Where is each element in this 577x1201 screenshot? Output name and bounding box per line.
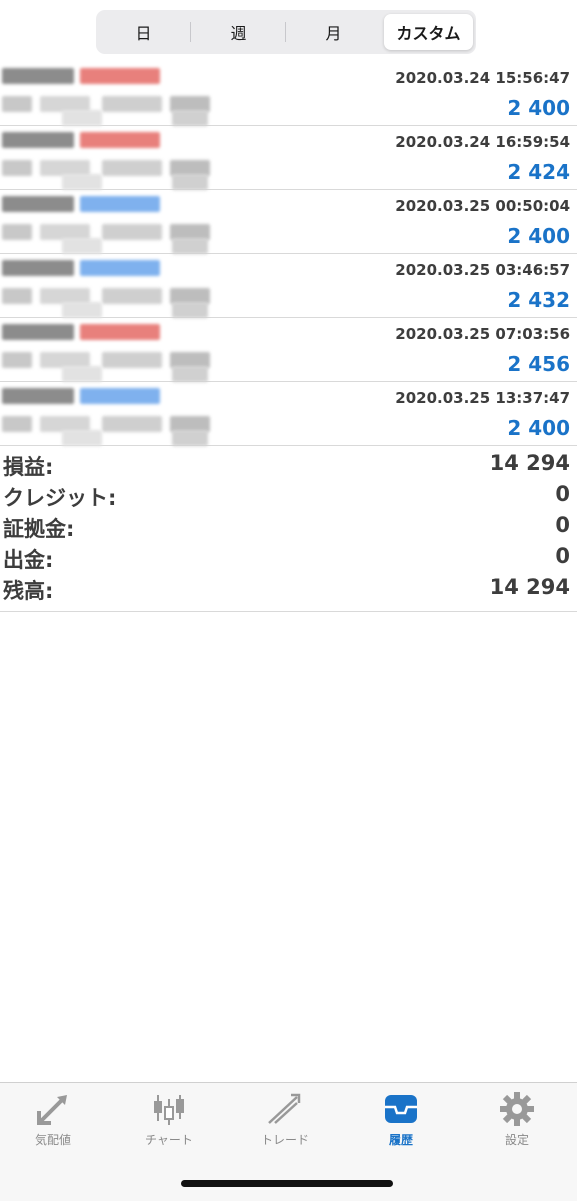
deal-profit: 2 400 <box>507 224 570 248</box>
deal-row[interactable]: 2020.03.25 13:37:47 2 400 <box>0 382 577 446</box>
redaction-block <box>62 302 102 318</box>
deal-time: 2020.03.24 16:59:54 <box>395 133 570 151</box>
deal-row[interactable]: 2020.03.24 16:59:54 2 424 <box>0 126 577 190</box>
redacted-deal-info <box>2 322 230 382</box>
redacted-deal-info <box>2 66 230 126</box>
deal-time: 2020.03.25 07:03:56 <box>395 325 570 343</box>
tab-label: 気配値 <box>34 1133 71 1147</box>
redaction-block <box>80 388 160 404</box>
redaction-block <box>62 174 102 190</box>
summary-value: 14 294 <box>489 451 570 475</box>
redaction-block <box>2 288 32 304</box>
tab-chart[interactable]: チャート <box>119 1091 219 1151</box>
summary-value: 0 <box>555 544 570 568</box>
deal-list: 2020.03.24 15:56:47 2 400 2020.03.24 16:… <box>0 62 577 446</box>
summary-row-balance: 残高: 14 294 <box>0 572 577 603</box>
redaction-block <box>2 388 74 404</box>
deal-time: 2020.03.25 13:37:47 <box>395 389 570 407</box>
home-indicator <box>181 1180 393 1187</box>
tab-label: チャート <box>145 1133 193 1147</box>
redaction-block <box>80 196 160 212</box>
redaction-block <box>102 288 162 304</box>
deal-time: 2020.03.25 00:50:04 <box>395 197 570 215</box>
deal-row[interactable]: 2020.03.25 03:46:57 2 432 <box>0 254 577 318</box>
summary-row-credit: クレジット: 0 <box>0 479 577 510</box>
redaction-block <box>62 238 102 254</box>
redaction-block <box>172 366 208 382</box>
account-summary: 損益: 14 294 クレジット: 0 証拠金: 0 出金: 0 残高: 14 … <box>0 448 577 603</box>
summary-value: 0 <box>555 513 570 537</box>
summary-value: 14 294 <box>489 575 570 599</box>
redaction-block <box>80 68 160 84</box>
redaction-block <box>2 260 74 276</box>
redaction-block <box>2 160 32 176</box>
tab-quotes[interactable]: 気配値 <box>3 1091 103 1151</box>
tab-history[interactable]: 履歴 <box>351 1091 451 1151</box>
deal-time: 2020.03.25 03:46:57 <box>395 261 570 279</box>
redaction-block <box>80 260 160 276</box>
chart-icon <box>154 1095 184 1125</box>
summary-label: クレジット: <box>3 486 117 510</box>
tab-label: 履歴 <box>388 1133 413 1147</box>
redaction-block <box>2 352 32 368</box>
redacted-deal-info <box>2 386 230 446</box>
redaction-block <box>2 68 74 84</box>
redaction-block <box>62 366 102 382</box>
gear-icon <box>500 1092 534 1126</box>
period-month-tab[interactable]: 月 <box>289 14 378 50</box>
redaction-block <box>172 430 208 446</box>
redaction-block <box>102 352 162 368</box>
deal-profit: 2 400 <box>507 416 570 440</box>
summary-row-withdrawal: 出金: 0 <box>0 541 577 572</box>
redaction-block <box>102 224 162 240</box>
summary-value: 0 <box>555 482 570 506</box>
redaction-block <box>62 110 102 126</box>
summary-label: 証拠金: <box>3 517 75 541</box>
redaction-block <box>80 324 160 340</box>
redaction-block <box>102 96 162 112</box>
deal-profit: 2 432 <box>507 288 570 312</box>
redacted-deal-info <box>2 258 230 318</box>
tab-label: トレード <box>260 1133 309 1147</box>
deal-row[interactable]: 2020.03.25 00:50:04 2 400 <box>0 190 577 254</box>
redacted-deal-info <box>2 194 230 254</box>
redaction-block <box>2 324 74 340</box>
deal-profit: 2 456 <box>507 352 570 376</box>
period-week-tab[interactable]: 週 <box>194 14 286 50</box>
summary-label: 損益: <box>3 455 54 479</box>
trade-icon <box>268 1093 301 1124</box>
redaction-block <box>172 110 208 126</box>
deal-time: 2020.03.24 15:56:47 <box>395 69 570 87</box>
summary-row-deposit: 証拠金: 0 <box>0 510 577 541</box>
period-custom-tab[interactable]: カスタム <box>384 14 473 50</box>
redaction-block <box>80 132 160 148</box>
tab-settings[interactable]: 設定 <box>467 1091 567 1151</box>
period-segmented-control: 日 週 月 カスタム <box>96 10 476 54</box>
redaction-block <box>2 416 32 432</box>
summary-divider <box>0 611 577 612</box>
redaction-block <box>2 224 32 240</box>
summary-row-profit: 損益: 14 294 <box>0 448 577 479</box>
redaction-block <box>2 96 32 112</box>
redaction-block <box>102 416 162 432</box>
redacted-deal-info <box>2 130 230 190</box>
deal-row[interactable]: 2020.03.25 07:03:56 2 456 <box>0 318 577 382</box>
redaction-block <box>62 430 102 446</box>
summary-label: 出金: <box>3 548 54 572</box>
deal-profit: 2 424 <box>507 160 570 184</box>
redaction-block <box>2 196 74 212</box>
redaction-block <box>172 302 208 318</box>
redaction-block <box>172 238 208 254</box>
quotes-icon <box>37 1095 67 1125</box>
deal-row[interactable]: 2020.03.24 15:56:47 2 400 <box>0 62 577 126</box>
redaction-block <box>172 174 208 190</box>
deal-profit: 2 400 <box>507 96 570 120</box>
summary-label: 残高: <box>3 579 54 603</box>
tab-label: 設定 <box>504 1133 529 1147</box>
redaction-block <box>102 160 162 176</box>
redaction-block <box>2 132 74 148</box>
history-icon <box>385 1095 417 1123</box>
period-day-tab[interactable]: 日 <box>99 14 191 50</box>
tab-trade[interactable]: トレード <box>235 1091 335 1151</box>
